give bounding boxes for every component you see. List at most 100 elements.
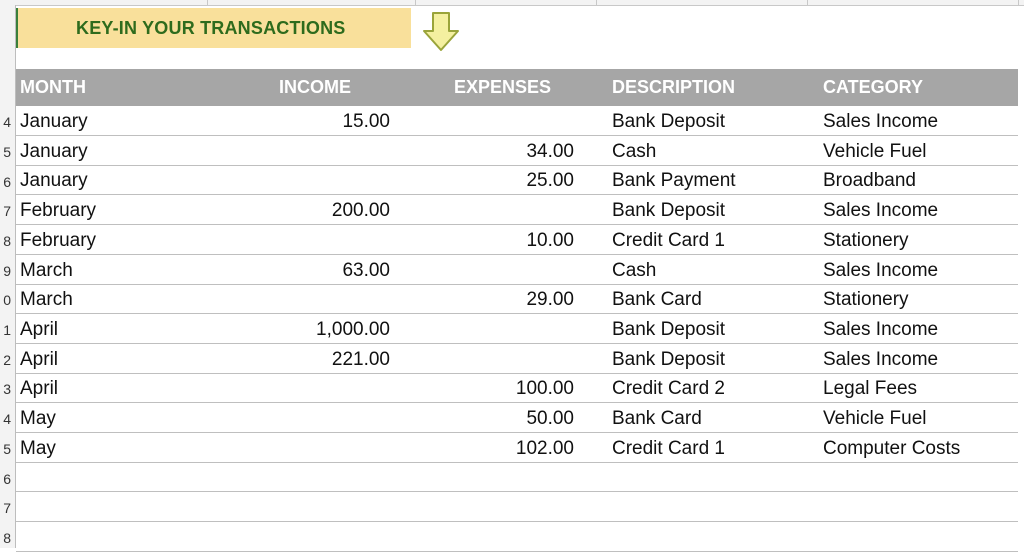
cell-month[interactable]: April bbox=[20, 315, 58, 343]
cell-category[interactable]: Sales Income bbox=[823, 345, 938, 373]
cell-description[interactable]: Bank Payment bbox=[612, 166, 736, 194]
table-row: April 1,000.00 Bank Deposit Sales Income bbox=[16, 315, 1018, 344]
cell-description[interactable]: Credit Card 1 bbox=[612, 226, 725, 254]
row-number[interactable]: 6 bbox=[0, 168, 15, 197]
cell-expenses[interactable] bbox=[396, 256, 574, 284]
cell-month[interactable]: February bbox=[20, 226, 96, 254]
cell-month[interactable]: March bbox=[20, 285, 73, 313]
row-number[interactable]: 7 bbox=[0, 197, 15, 226]
cell-category[interactable]: Sales Income bbox=[823, 256, 938, 284]
cell-description[interactable]: Bank Deposit bbox=[612, 107, 725, 135]
table-row: April 221.00 Bank Deposit Sales Income bbox=[16, 345, 1018, 374]
cell-description[interactable]: Bank Card bbox=[612, 404, 702, 432]
row-number[interactable]: 4 bbox=[0, 108, 15, 137]
cell-income[interactable] bbox=[166, 374, 390, 402]
cell-description[interactable]: Credit Card 1 bbox=[612, 434, 725, 462]
cell-expenses[interactable] bbox=[396, 463, 574, 491]
row-number[interactable]: 9 bbox=[0, 257, 15, 286]
cell-category[interactable]: Broadband bbox=[823, 166, 916, 194]
table-row: January 34.00 Cash Vehicle Fuel bbox=[16, 137, 1018, 166]
cell-description[interactable]: Cash bbox=[612, 137, 656, 165]
row-number-gutter: 456789012345678 bbox=[0, 5, 16, 548]
cell-month[interactable]: January bbox=[20, 166, 88, 194]
cell-category[interactable]: Vehicle Fuel bbox=[823, 404, 927, 432]
cell-expenses[interactable] bbox=[396, 196, 574, 224]
instruction-banner[interactable]: KEY-IN YOUR TRANSACTIONS bbox=[16, 8, 411, 48]
cell-expenses[interactable]: 25.00 bbox=[396, 166, 574, 194]
row-number[interactable]: 3 bbox=[0, 375, 15, 404]
table-row bbox=[16, 523, 1018, 552]
cell-month[interactable]: January bbox=[20, 137, 88, 165]
cell-income[interactable] bbox=[166, 285, 390, 313]
header-income[interactable]: INCOME bbox=[279, 69, 351, 106]
row-number[interactable]: 8 bbox=[0, 227, 15, 256]
cell-category[interactable]: Legal Fees bbox=[823, 374, 917, 402]
cell-expenses[interactable] bbox=[396, 493, 574, 521]
header-category[interactable]: CATEGORY bbox=[823, 69, 923, 106]
cell-category[interactable]: Computer Costs bbox=[823, 434, 960, 462]
cell-month[interactable]: April bbox=[20, 374, 58, 402]
cell-expenses[interactable]: 100.00 bbox=[396, 374, 574, 402]
cell-income[interactable] bbox=[166, 463, 390, 491]
cell-expenses[interactable] bbox=[396, 315, 574, 343]
table-row: May 50.00 Bank Card Vehicle Fuel bbox=[16, 404, 1018, 433]
cell-income[interactable] bbox=[166, 137, 390, 165]
cell-income[interactable]: 63.00 bbox=[166, 256, 390, 284]
cell-description[interactable]: Bank Deposit bbox=[612, 345, 725, 373]
cell-income[interactable] bbox=[166, 404, 390, 432]
row-number[interactable]: 4 bbox=[0, 405, 15, 434]
cell-month[interactable]: May bbox=[20, 434, 56, 462]
cell-description[interactable]: Credit Card 2 bbox=[612, 374, 725, 402]
cell-expenses[interactable] bbox=[396, 107, 574, 135]
cell-expenses[interactable]: 50.00 bbox=[396, 404, 574, 432]
cell-income[interactable] bbox=[166, 434, 390, 462]
cell-category[interactable]: Stationery bbox=[823, 226, 909, 254]
cell-expenses[interactable]: 10.00 bbox=[396, 226, 574, 254]
table-row: March 29.00 Bank Card Stationery bbox=[16, 285, 1018, 315]
header-month[interactable]: MONTH bbox=[20, 69, 86, 106]
header-description[interactable]: DESCRIPTION bbox=[612, 69, 735, 106]
cell-income[interactable] bbox=[166, 523, 390, 551]
cell-category[interactable]: Sales Income bbox=[823, 315, 938, 343]
column-header-strip bbox=[0, 0, 1024, 6]
cell-expenses[interactable]: 29.00 bbox=[396, 285, 574, 313]
cell-income[interactable]: 15.00 bbox=[166, 107, 390, 135]
cell-category[interactable]: Sales Income bbox=[823, 107, 938, 135]
banner-title: KEY-IN YOUR TRANSACTIONS bbox=[76, 18, 346, 38]
cell-expenses[interactable]: 34.00 bbox=[396, 137, 574, 165]
down-arrow-icon bbox=[423, 12, 459, 51]
cell-category[interactable]: Stationery bbox=[823, 285, 909, 313]
row-number[interactable]: 0 bbox=[0, 286, 15, 315]
cell-expenses[interactable]: 102.00 bbox=[396, 434, 574, 462]
cell-income[interactable]: 200.00 bbox=[166, 196, 390, 224]
cell-month[interactable]: January bbox=[20, 107, 88, 135]
cell-description[interactable]: Bank Card bbox=[612, 285, 702, 313]
header-expenses[interactable]: EXPENSES bbox=[454, 69, 551, 106]
cell-description[interactable]: Bank Deposit bbox=[612, 196, 725, 224]
row-number[interactable]: 8 bbox=[0, 524, 15, 553]
cell-month[interactable]: May bbox=[20, 404, 56, 432]
cell-description[interactable]: Bank Deposit bbox=[612, 315, 725, 343]
cell-category[interactable]: Sales Income bbox=[823, 196, 938, 224]
row-number[interactable]: 2 bbox=[0, 346, 15, 375]
cell-category[interactable]: Vehicle Fuel bbox=[823, 137, 927, 165]
cell-expenses[interactable] bbox=[396, 523, 574, 551]
cell-description[interactable]: Cash bbox=[612, 256, 656, 284]
table-row: January 15.00 Bank Deposit Sales Income bbox=[16, 107, 1018, 136]
row-number[interactable]: 6 bbox=[0, 465, 15, 494]
row-number[interactable]: 7 bbox=[0, 494, 15, 523]
cell-income[interactable] bbox=[166, 166, 390, 194]
row-number[interactable]: 1 bbox=[0, 316, 15, 345]
cell-income[interactable] bbox=[166, 493, 390, 521]
cell-income[interactable]: 1,000.00 bbox=[166, 315, 390, 343]
cell-income[interactable] bbox=[166, 226, 390, 254]
row-number[interactable]: 5 bbox=[0, 138, 15, 167]
row-number[interactable]: 5 bbox=[0, 435, 15, 464]
cell-month[interactable]: March bbox=[20, 256, 73, 284]
cell-income[interactable]: 221.00 bbox=[166, 345, 390, 373]
row-number[interactable] bbox=[0, 5, 15, 34]
cell-month[interactable]: April bbox=[20, 345, 58, 373]
cell-month[interactable]: February bbox=[20, 196, 96, 224]
cell-expenses[interactable] bbox=[396, 345, 574, 373]
table-row: March 63.00 Cash Sales Income bbox=[16, 256, 1018, 285]
